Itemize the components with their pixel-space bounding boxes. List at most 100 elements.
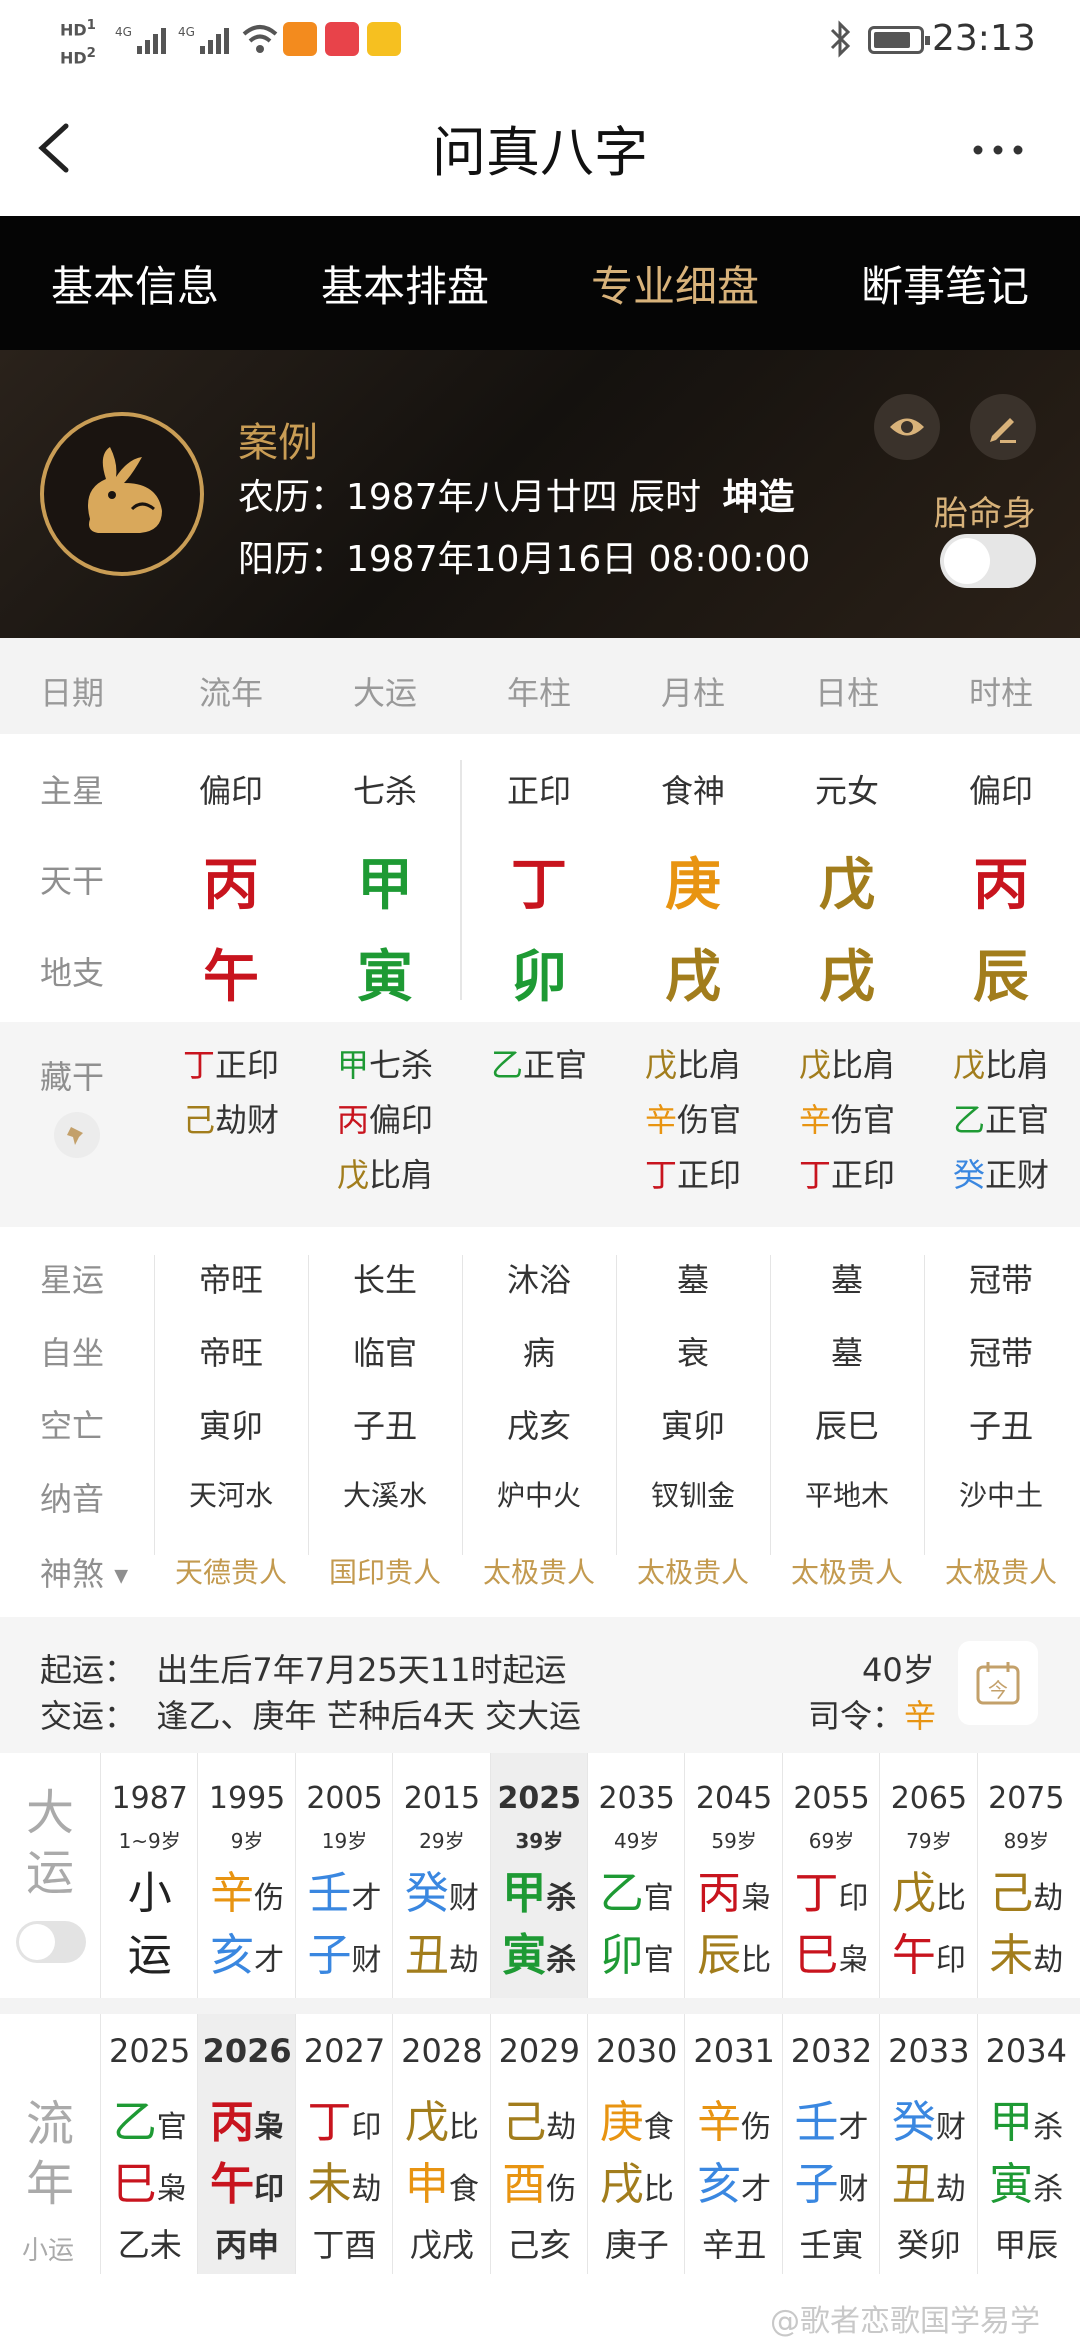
dayun-column[interactable]: 1995 9岁 辛伤 亥才 [197,1753,294,1998]
canggan-item: 甲七杀 [308,1038,462,1093]
view-button[interactable] [874,394,940,460]
tab-basic-info[interactable]: 基本信息 [0,253,270,314]
dayun-column[interactable]: 2005 19岁 壬才 子财 [294,1753,392,1998]
dayun-stem: 甲杀 [491,1857,588,1921]
info-row-value: 子丑 [968,1407,1033,1445]
ten-god: 劫财 [215,1101,280,1139]
shensha-value[interactable]: 太极贵人 [462,1551,616,1591]
zodiac-rabbit-avatar [40,412,204,576]
xiaoyun-value: 戊戌 [409,2226,474,2264]
canggan-block: 藏干 丁正印 己劫财 甲七杀 丙偏印 戊比肩 乙正官 戊比肩 辛伤官 丁正印 戊比肩 辛伤官 丁正印戊… [0,1022,1080,1227]
dayun-column[interactable]: 1987 1~9岁小运 [100,1753,197,1998]
ten-god-short: 印 [254,2172,285,2207]
current-age: 40岁 [862,1651,935,1689]
liunian-column[interactable]: 2025 乙官 巳枭 乙未 [100,2014,197,2274]
canggan-column: 丁正印 己劫财 [154,1038,308,1148]
ten-god-short: 枭 [838,1943,869,1978]
dayun-column[interactable]: 2055 69岁 丁印 巳枭 [781,1753,879,1998]
ganzhi-char: 癸 [891,2097,936,2148]
ganzhi-char: 丁 [307,2097,352,2148]
canggan-column: 戊比肩 辛伤官 丁正印 [616,1038,770,1203]
liunian-year: 2026 [202,2032,292,2070]
canggan-column: 戊比肩 乙正官 癸正财 [924,1038,1078,1203]
info-row-value: 钗钏金 [650,1479,735,1512]
liunian-year: 2030 [595,2032,678,2070]
liunian-column[interactable]: 2031 辛伤 亥才 辛丑 [684,2014,781,2274]
liunian-year: 2034 [985,2032,1067,2070]
liunian-column[interactable]: 2032 壬才 子财 壬寅 [781,2014,879,2274]
ten-god-short: 伤 [546,2172,577,2207]
shensha-value[interactable]: 天德贵人 [154,1551,308,1591]
dizhi-branch: 午 [203,945,259,1010]
liunian-year: 2033 [888,2032,970,2070]
ganzhi-char: 运 [127,1930,172,1981]
tiangan-stem: 丙 [973,853,1029,918]
hidden-stem: 戊 [336,1156,369,1194]
tab-basic-chart[interactable]: 基本排盘 [270,253,540,314]
dayun-column[interactable]: 2025 39岁 甲杀 寅杀 [489,1753,588,1998]
toggle-label: 胎命身 [934,494,1036,534]
dayun-column[interactable]: 2065 79岁 戊比 午印 [879,1753,976,1998]
dayun-column[interactable]: 2015 29岁 癸财 丑劫 [392,1753,489,1998]
ganzhi-char: 辛 [697,2097,742,2148]
liunian-branch: 亥才 [685,2148,782,2212]
svg-text:4G: 4G [178,25,195,39]
canggan-item: 丙偏印 [308,1093,462,1148]
shensha-value[interactable]: 太极贵人 [770,1551,924,1591]
dayun-branch: 卯官 [588,1919,685,1983]
ganzhi-char: 午 [891,1930,936,1981]
ganzhi-char: 甲 [502,1868,547,1919]
siling-value: 辛 [904,1697,937,1735]
dayun-age: 29岁 [419,1829,465,1853]
liunian-stem: 癸财 [880,2086,977,2150]
ganzhi-char: 甲 [989,2097,1034,2148]
shensha-value[interactable]: 太极贵人 [924,1551,1078,1591]
liunian-column[interactable]: 2026 丙枭 午印 丙申 [197,2014,295,2274]
huawei-app-icon [325,22,359,56]
liunian-column[interactable]: 2034 甲杀 寅杀 甲辰 [976,2014,1074,2274]
dayun-column[interactable]: 2045 59岁 丙枭 辰比 [684,1753,781,1998]
liunian-column[interactable]: 2028 戊比 申食 戊戌 [392,2014,489,2274]
liunian-branch: 戌比 [588,2148,685,2212]
calendar-button[interactable]: 今 [958,1641,1038,1725]
ten-god-short: 印 [838,1881,869,1916]
edit-button[interactable] [970,394,1036,460]
xiaoyun-value: 丙申 [215,2226,280,2264]
liunian-stem: 丙枭 [198,2086,295,2150]
ganzhi-char: 乙 [599,1868,644,1919]
ten-god-short: 财 [351,1943,382,1978]
shensha-value[interactable]: 太极贵人 [616,1551,770,1591]
qiyun-jiao: 交运： 逢乙、庚年 芒种后4天 交大运 [40,1697,582,1735]
ten-god: 比肩 [677,1046,742,1084]
main-star-value: 七杀 [352,772,417,810]
dayun-toggle[interactable] [16,1921,86,1963]
ten-god: 比肩 [369,1156,434,1194]
more-dots-icon [973,145,1023,155]
pin-button[interactable] [54,1112,100,1158]
liunian-column[interactable]: 2033 癸财 丑劫 癸卯 [879,2014,976,2274]
dayun-branch: 午印 [880,1919,977,1983]
dayun-age: 89岁 [1003,1829,1050,1853]
col-header-dayun: 大运 [352,674,417,712]
ganzhi-char: 庚 [599,2097,644,2148]
col-header-date: 日期 [40,674,105,712]
shensha-value[interactable]: 国印贵人 [308,1551,462,1591]
dayun-column[interactable]: 2075 89岁 己劫 未劫 [976,1753,1074,1998]
liunian-column[interactable]: 2030 庚食 戌比 庚子 [587,2014,684,2274]
ten-god-short: 劫 [546,2110,577,2145]
more-options-button[interactable] [968,130,1028,170]
canggan-item: 丁正印 [154,1038,308,1093]
taimingshen-toggle[interactable] [940,534,1036,588]
info-row-value: 长生 [352,1261,417,1299]
tab-notes[interactable]: 断事笔记 [810,253,1080,314]
info-row-label: 纳音 [40,1480,105,1518]
liunian-column[interactable]: 2029 己劫 酉伤 己亥 [489,2014,587,2274]
canggan-item: 戊比肩 [770,1038,924,1093]
dayun-year: 2015 [403,1781,481,1816]
tab-pro-chart[interactable]: 专业细盘 [540,253,810,314]
canggan-column: 乙正官 [462,1038,616,1093]
liunian-column[interactable]: 2027 丁印 未劫 丁酉 [294,2014,392,2274]
main-star-value: 食神 [660,772,725,810]
shensha-dropdown[interactable]: 神煞 ▼ [40,1549,128,1595]
dayun-column[interactable]: 2035 49岁 乙官 卯官 [587,1753,684,1998]
